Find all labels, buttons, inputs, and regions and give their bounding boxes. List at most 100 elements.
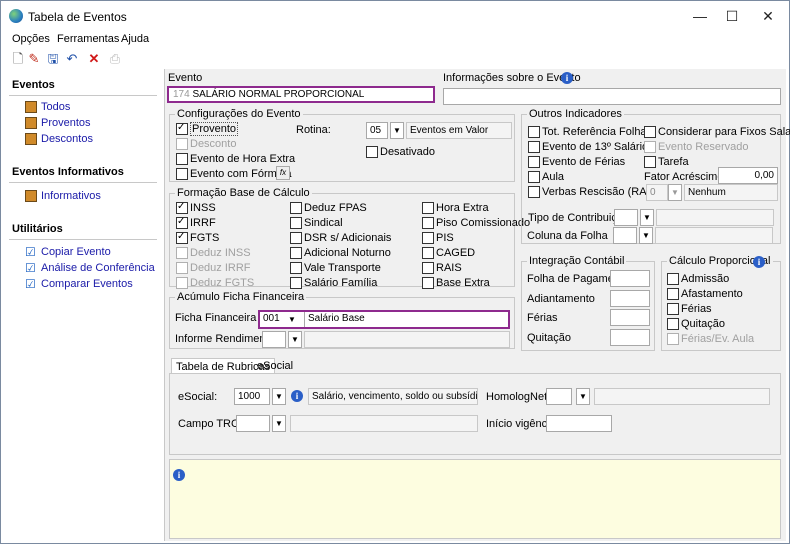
menu-ferramentas[interactable]: Ferramentas [57, 33, 119, 45]
informe-code[interactable] [262, 331, 286, 348]
outros-title: Outros Indicadores [527, 108, 624, 120]
sidebar-item-copiar[interactable]: ☑ Copiar Evento [25, 246, 111, 260]
quitacao-contabil-label: Quitação [527, 332, 572, 344]
save-icon[interactable]: 🖫 [45, 51, 61, 67]
trct-code[interactable] [236, 415, 270, 432]
base-dsr-checkbox[interactable]: DSR s/ Adicionais [290, 232, 391, 245]
base-caged-checkbox[interactable]: CAGED [422, 247, 475, 260]
ferias-checkbox[interactable]: Evento de Férias [528, 156, 625, 169]
sidebar-item-proventos[interactable]: Proventos [25, 117, 91, 131]
rotina-desc: Eventos em Valor [406, 122, 512, 139]
edit-icon[interactable]: ✎ [26, 51, 42, 67]
ferias-contabil-input[interactable] [610, 309, 650, 326]
ficha-field[interactable]: 001 ▼ Salário Base [258, 310, 510, 329]
evento13-checkbox[interactable]: Evento de 13º Salário [528, 141, 648, 154]
divider [9, 95, 157, 96]
info-evento-input[interactable] [443, 88, 781, 105]
maximize-button[interactable]: ☐ [715, 5, 749, 27]
sidebar-item-todos[interactable]: Todos [25, 101, 70, 115]
informe-dropdown[interactable]: ▼ [288, 331, 302, 348]
menu-opcoes[interactable]: Opções [12, 33, 50, 45]
base-group: Formação Base de Cálculo INSS IRRF FGTS … [169, 187, 530, 290]
sidebar-item-analise[interactable]: ☑ Análise de Conferência [25, 262, 155, 276]
delete-icon[interactable]: ✕ [86, 51, 102, 67]
sidebar-item-comparar[interactable]: ☑ Comparar Eventos [25, 278, 133, 292]
close-button[interactable]: ✕ [751, 5, 785, 27]
tipo-contrib-dropdown[interactable]: ▼ [640, 209, 654, 226]
evento-code: 174 [173, 89, 190, 100]
base-hora-extra-checkbox[interactable]: Hora Extra [422, 202, 489, 215]
ferias-aula-checkbox[interactable]: Férias/Ev. Aula [667, 333, 754, 346]
quitacao-contabil-input[interactable] [610, 329, 650, 346]
aula-checkbox[interactable]: Aula [528, 171, 564, 184]
base-sindical-checkbox[interactable]: Sindical [290, 217, 343, 230]
adiantamento-input[interactable] [610, 290, 650, 307]
admissao-checkbox[interactable]: Admissão [667, 273, 729, 286]
verbas-dropdown[interactable]: ▼ [668, 184, 682, 201]
desconto-checkbox[interactable]: Desconto [176, 138, 236, 151]
info-icon[interactable]: i [561, 72, 573, 84]
base-title: Formação Base de Cálculo [175, 187, 312, 199]
formula-button[interactable]: fx [276, 166, 290, 180]
list-icon [25, 101, 37, 113]
base-deduz-fgts-checkbox[interactable]: Deduz FGTS [176, 277, 254, 290]
evento-label: Evento [168, 72, 203, 84]
ficha-desc: Salário Base [308, 313, 365, 324]
print-icon[interactable]: ⎙ [107, 51, 123, 67]
ferias-proporcional-checkbox[interactable]: Férias [667, 303, 712, 316]
provento-checkbox[interactable]: Provento [176, 122, 239, 136]
coluna-folha-dropdown[interactable]: ▼ [639, 227, 653, 244]
formula-checkbox[interactable]: Evento com Fórmula [176, 168, 291, 181]
info-note-area: i [169, 459, 781, 539]
info-icon[interactable]: i [291, 390, 303, 402]
inicio-vigencia-input[interactable] [546, 415, 612, 432]
esocial-dropdown[interactable]: ▼ [272, 388, 286, 405]
base-deduz-irrf-checkbox[interactable]: Deduz IRRF [176, 262, 251, 275]
tab-esocial[interactable]: eSocial [253, 358, 297, 374]
coluna-folha-code[interactable] [613, 227, 637, 244]
desativado-checkbox[interactable]: Desativado [366, 146, 435, 159]
homolognet-code[interactable] [546, 388, 572, 405]
base-pis-checkbox[interactable]: PIS [422, 232, 454, 245]
config-group: Configurações do Evento Provento Descont… [169, 108, 515, 182]
sidebar-item-label: Comparar Eventos [41, 278, 133, 290]
tot-ref-checkbox[interactable]: Tot. Referência Folha [528, 126, 647, 139]
rotina-code[interactable]: 05 [366, 122, 388, 139]
afastamento-checkbox[interactable]: Afastamento [667, 288, 743, 301]
minimize-button[interactable]: — [683, 5, 717, 27]
base-piso-checkbox[interactable]: Piso Comissionado [422, 217, 530, 230]
sidebar-item-informativos[interactable]: Informativos [25, 190, 101, 204]
homolognet-dropdown[interactable]: ▼ [576, 388, 590, 405]
base-adicional-noturno-checkbox[interactable]: Adicional Noturno [290, 247, 391, 260]
base-inss-checkbox[interactable]: INSS [176, 201, 216, 215]
base-deduz-fpas-checkbox[interactable]: Deduz FPAS [290, 202, 367, 215]
sidebar-heading-utilitarios: Utilitários [12, 223, 63, 235]
reservado-checkbox[interactable]: Evento Reservado [644, 141, 749, 154]
ficha-dropdown-icon[interactable]: ▼ [288, 312, 296, 327]
tipo-contrib-code[interactable] [614, 209, 638, 226]
base-irrf-checkbox[interactable]: IRRF [176, 216, 216, 230]
quitacao-proporcional-checkbox[interactable]: Quitação [667, 318, 725, 331]
evento-field[interactable]: 174 SALÁRIO NORMAL PROPORCIONAL [167, 86, 435, 103]
new-icon[interactable]: 🗋 [10, 51, 26, 67]
base-fgts-checkbox[interactable]: FGTS [176, 231, 219, 245]
verbas-checkbox[interactable]: Verbas Rescisão (RAIS) [528, 186, 661, 199]
base-vale-transporte-checkbox[interactable]: Vale Transporte [290, 262, 381, 275]
base-salario-familia-checkbox[interactable]: Salário Família [290, 277, 377, 290]
menu-ajuda[interactable]: Ajuda [121, 33, 149, 45]
base-rais-checkbox[interactable]: RAIS [422, 262, 462, 275]
rotina-dropdown[interactable]: ▼ [390, 122, 404, 139]
sidebar-item-descontos[interactable]: Descontos [25, 133, 93, 147]
base-extra-checkbox[interactable]: Base Extra [422, 277, 490, 290]
considerar-checkbox[interactable]: Considerar para Fixos Salariais [644, 126, 790, 139]
undo-icon[interactable]: ↶ [64, 51, 80, 67]
trct-dropdown[interactable]: ▼ [272, 415, 286, 432]
fator-input[interactable]: 0,00 [718, 167, 778, 184]
info-icon[interactable]: i [753, 256, 765, 268]
hora-extra-checkbox[interactable]: Evento de Hora Extra [176, 153, 295, 166]
folha-pagamento-input[interactable] [610, 270, 650, 287]
base-deduz-inss-checkbox[interactable]: Deduz INSS [176, 247, 251, 260]
tarefa-checkbox[interactable]: Tarefa [644, 156, 689, 169]
list-icon [25, 117, 37, 129]
esocial-code[interactable]: 1000 [234, 388, 270, 405]
